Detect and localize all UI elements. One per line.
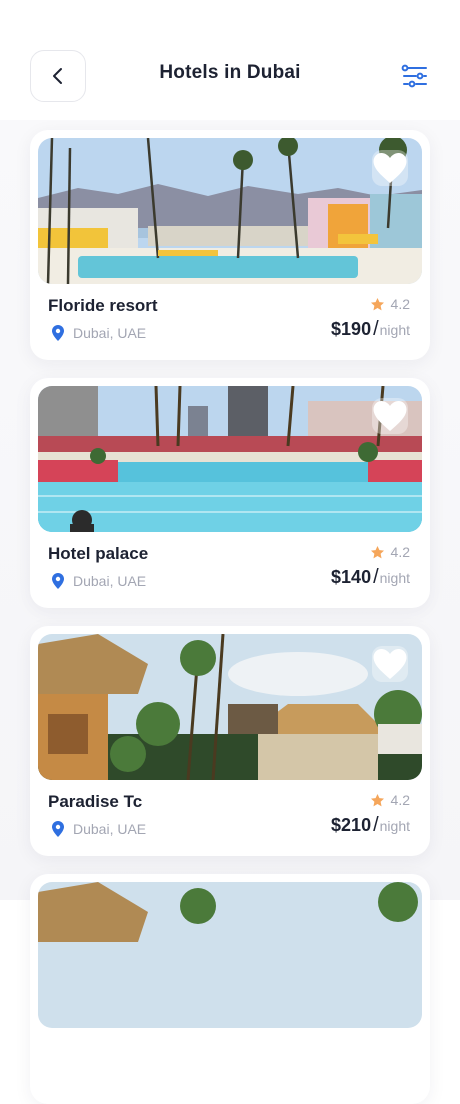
hotel-location: Dubai, UAE xyxy=(52,821,146,837)
price-unit: night xyxy=(379,818,410,834)
location-pin-icon xyxy=(52,573,64,589)
star-icon xyxy=(370,545,384,558)
hotel-card[interactable]: Hotel palace Dubai, UAE 4.2 $140 / night xyxy=(30,378,430,608)
heart-icon xyxy=(373,649,407,679)
hotel-rating: 4.2 xyxy=(370,544,410,560)
hotel-card[interactable]: Floride resort Dubai, UAE 4.2 $190 / nig… xyxy=(30,130,430,360)
sliders-icon xyxy=(401,64,427,88)
favorite-button[interactable] xyxy=(372,150,408,186)
page-title: Hotels in Dubai xyxy=(159,62,301,83)
price-amount: $210 xyxy=(331,815,372,835)
hotel-photo xyxy=(38,386,422,532)
price-separator: / xyxy=(373,566,379,588)
star-icon xyxy=(370,793,384,806)
hotel-name: Floride resort xyxy=(48,296,158,315)
rating-value: 4.2 xyxy=(390,792,410,808)
hotel-card[interactable]: Paradise Tc Dubai, UAE 4.2 $210 / night xyxy=(30,626,430,856)
hotel-name: Hotel palace xyxy=(48,544,149,563)
hotel-name: Paradise Tc xyxy=(48,792,143,811)
hotel-photo xyxy=(38,882,422,1028)
star-icon xyxy=(370,297,384,310)
favorite-button[interactable] xyxy=(372,398,408,434)
favorite-button[interactable] xyxy=(372,646,408,682)
hotel-card[interactable] xyxy=(30,874,430,1104)
hotel-rating: 4.2 xyxy=(370,792,410,808)
location-text: Dubai, UAE xyxy=(73,821,147,837)
price-unit: night xyxy=(379,322,410,338)
price-amount: $190 xyxy=(331,319,372,339)
location-pin-icon xyxy=(52,821,64,837)
heart-icon xyxy=(373,153,407,183)
heart-icon xyxy=(373,401,407,431)
location-text: Dubai, UAE xyxy=(73,573,147,589)
price-amount: $140 xyxy=(331,567,372,587)
hotel-location: Dubai, UAE xyxy=(52,573,146,589)
price-separator: / xyxy=(373,814,379,836)
hotel-photo xyxy=(38,634,422,780)
hotel-price: $140 / night xyxy=(331,566,410,589)
hotel-photo xyxy=(38,138,422,284)
location-pin-icon xyxy=(52,325,64,341)
price-unit: night xyxy=(379,570,410,586)
hotel-location: Dubai, UAE xyxy=(52,325,146,341)
app-header: Hotels in Dubai xyxy=(0,0,460,130)
price-separator: / xyxy=(373,318,379,340)
hotel-price: $210 / night xyxy=(331,814,410,837)
hotel-price: $190 / night xyxy=(331,318,410,341)
hotel-rating: 4.2 xyxy=(370,296,410,312)
location-text: Dubai, UAE xyxy=(73,325,147,341)
filter-button[interactable] xyxy=(400,62,430,90)
rating-value: 4.2 xyxy=(390,296,410,312)
rating-value: 4.2 xyxy=(390,544,410,560)
